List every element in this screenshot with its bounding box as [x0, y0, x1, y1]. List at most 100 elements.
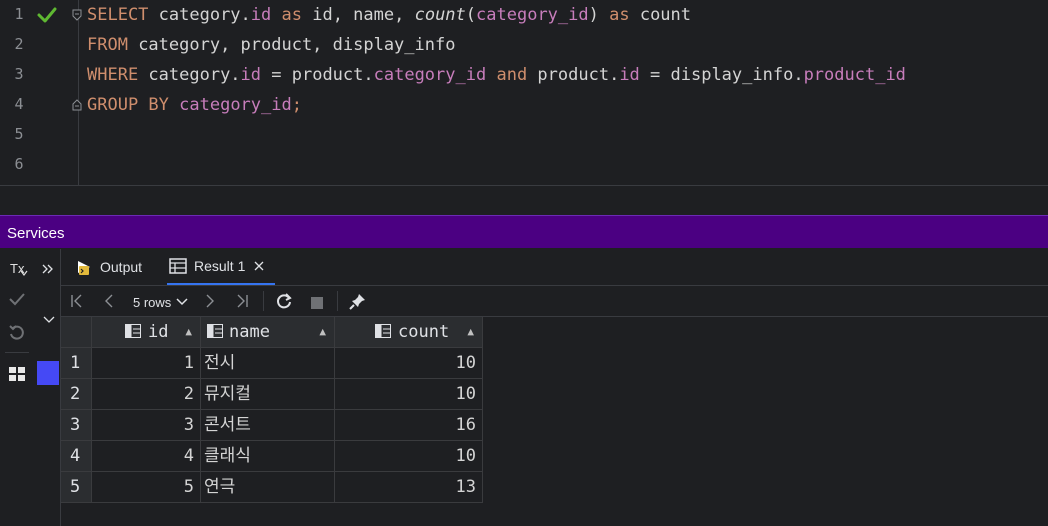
row-number[interactable]: 5: [61, 472, 92, 503]
divider: [5, 352, 29, 353]
cell-name[interactable]: 콘서트: [201, 410, 335, 441]
rows-count-dropdown[interactable]: 5 rows: [133, 293, 188, 311]
row-number[interactable]: 3: [61, 410, 92, 441]
tab-result-1[interactable]: Result 1: [167, 249, 275, 285]
refresh-icon[interactable]: [275, 292, 293, 310]
column-header-label: count: [398, 322, 450, 342]
code-token: id, name,: [302, 5, 415, 25]
cell-id[interactable]: 4: [92, 441, 201, 472]
column-header-name[interactable]: name ▲: [201, 317, 335, 348]
code-token: category_id: [179, 95, 292, 115]
execution-success-check-icon: [37, 7, 57, 23]
cell-count[interactable]: 16: [335, 410, 483, 441]
column-header-label: id: [148, 322, 169, 342]
code-token: and: [496, 65, 528, 85]
code-line-1: SELECT category.id as id, name, count(ca…: [87, 0, 691, 30]
tx-dropdown-icon: [20, 270, 28, 276]
result-grid[interactable]: id ▲ name ▲ count ▲ 1 1 전시 10 2 2 뮤지컬 10…: [61, 317, 1048, 526]
sort-icon[interactable]: ▲: [185, 317, 192, 347]
rows-count-label: 5 rows: [133, 294, 172, 310]
table-icon: [169, 258, 187, 274]
cell-id[interactable]: 3: [92, 410, 201, 441]
cell-id[interactable]: 2: [92, 379, 201, 410]
code-token: product.: [527, 65, 620, 85]
cell-count[interactable]: 10: [335, 441, 483, 472]
sort-icon[interactable]: ▲: [319, 317, 326, 347]
commit-check-icon[interactable]: [8, 291, 26, 307]
column-header-count[interactable]: count ▲: [335, 317, 483, 348]
line-number: 3: [14, 65, 24, 83]
toolbar-divider: [337, 291, 338, 311]
code-token: as: [281, 5, 302, 25]
toolbar-divider: [263, 291, 264, 311]
cell-count[interactable]: 10: [335, 379, 483, 410]
expand-chevron-icon[interactable]: [43, 316, 55, 324]
cell-id[interactable]: 1: [92, 348, 201, 379]
column-header-id[interactable]: id ▲: [92, 317, 201, 348]
cell-name[interactable]: 연극: [201, 472, 335, 503]
code-token: GROUP BY: [87, 95, 169, 115]
code-token: count: [414, 5, 466, 25]
editor-gutter: 1 2 3 4 5 6: [0, 0, 82, 185]
column-icon: [375, 324, 391, 338]
more-chevrons-icon[interactable]: [42, 264, 54, 274]
code-token: product_id: [803, 65, 906, 85]
column-header-label: name: [229, 322, 270, 342]
tab-result-label: Result 1: [194, 258, 246, 274]
fold-end-icon[interactable]: [71, 98, 83, 112]
code-line-2: FROM category, product, display_info: [87, 30, 455, 60]
selected-service-marker[interactable]: [37, 361, 59, 385]
row-number[interactable]: 1: [61, 348, 92, 379]
output-console-icon: [78, 261, 90, 275]
services-tree-strip: [35, 249, 61, 526]
sql-editor[interactable]: 1 2 3 4 5 6 SELECT category.id as id, na…: [0, 0, 1048, 185]
code-token: ;: [291, 95, 302, 115]
line-number: 6: [14, 155, 24, 173]
cell-name[interactable]: 전시: [201, 348, 335, 379]
code-token: as: [609, 5, 630, 25]
code-token: category.: [138, 65, 241, 85]
previous-page-icon[interactable]: [104, 292, 114, 310]
row-number[interactable]: 4: [61, 441, 92, 472]
services-title: Services: [7, 225, 65, 242]
cell-name[interactable]: 뮤지컬: [201, 379, 335, 410]
code-token: id: [250, 5, 272, 25]
result-tabs: Output Result 1: [61, 249, 1048, 286]
first-page-icon[interactable]: [70, 292, 84, 310]
cell-id[interactable]: 5: [92, 472, 201, 503]
cell-count[interactable]: 13: [335, 472, 483, 503]
code-token: = display_info.: [639, 65, 804, 85]
row-number[interactable]: 2: [61, 379, 92, 410]
code-token: count: [629, 5, 692, 25]
fold-start-icon[interactable]: [71, 8, 83, 22]
editor-bottom-area: [0, 185, 1048, 216]
code-token: WHERE: [87, 65, 139, 85]
close-tab-icon[interactable]: [254, 261, 264, 271]
code-area[interactable]: SELECT category.id as id, name, count(ca…: [87, 0, 906, 160]
pin-icon[interactable]: [349, 292, 367, 310]
code-token: category_id: [476, 5, 589, 25]
cell-name[interactable]: 클래식: [201, 441, 335, 472]
column-icon: [125, 324, 141, 338]
line-number: 5: [14, 125, 24, 143]
services-title-bar[interactable]: Services: [0, 215, 1048, 248]
last-page-icon[interactable]: [235, 292, 249, 310]
rollback-icon[interactable]: [8, 324, 26, 342]
tab-output-label: Output: [100, 259, 143, 275]
code-token: category.: [148, 5, 251, 25]
stop-icon[interactable]: [310, 294, 324, 312]
code-token: category, product, display_info: [127, 35, 456, 55]
cell-count[interactable]: 10: [335, 348, 483, 379]
layout-grid-icon[interactable]: [9, 367, 25, 381]
next-page-icon[interactable]: [205, 292, 215, 310]
code-token: category_id: [373, 65, 487, 85]
sort-icon[interactable]: ▲: [467, 317, 474, 347]
row-number-header: [61, 317, 92, 348]
code-token: id: [240, 65, 262, 85]
code-token: SELECT: [87, 5, 149, 25]
line-number: 2: [14, 35, 24, 53]
tab-output[interactable]: Output: [75, 249, 155, 285]
